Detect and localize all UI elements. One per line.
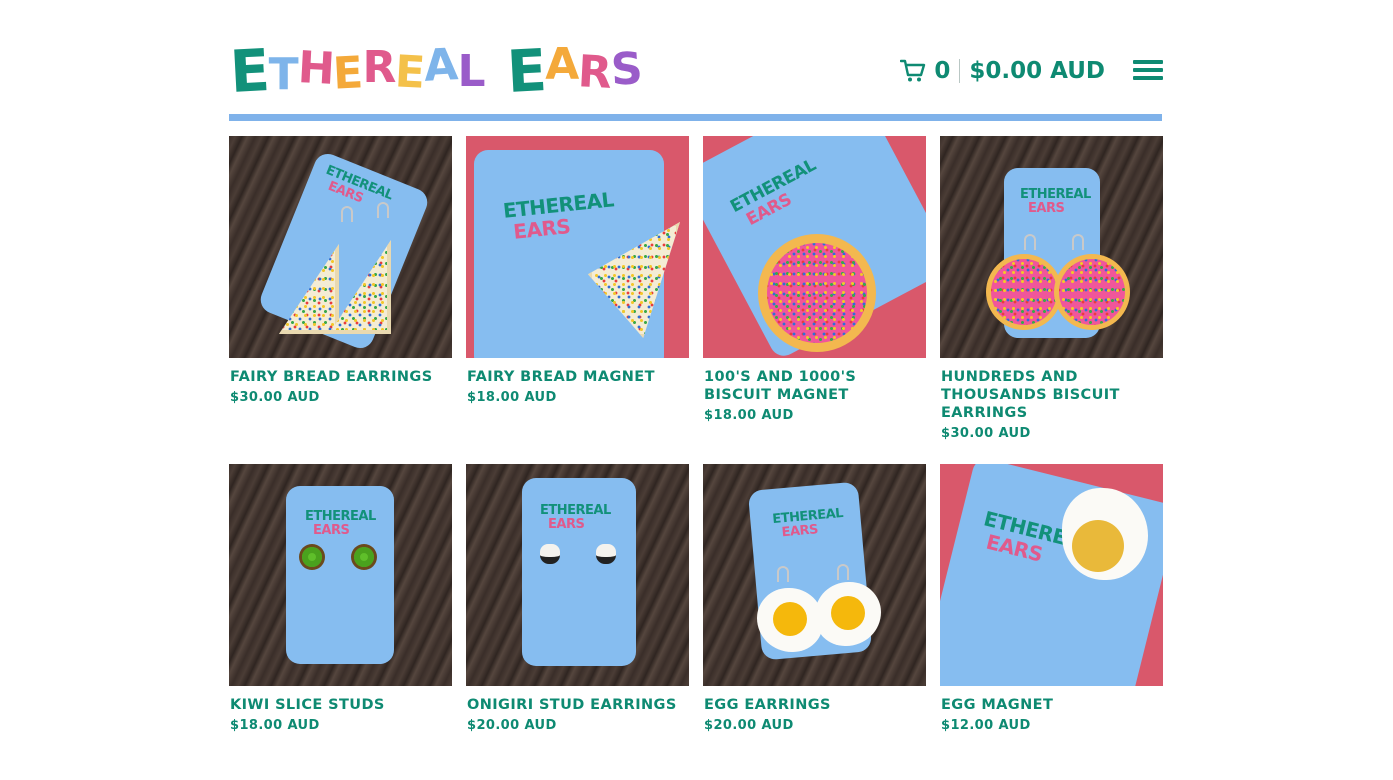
earring-hook	[1072, 234, 1084, 250]
product-card[interactable]: ETHEREAL EARS ONIGIRI STUD EARRINGS $20.…	[466, 464, 689, 733]
product-image[interactable]: ETHEREAL EARS	[940, 136, 1163, 358]
menu-bar	[1133, 76, 1163, 80]
product-price: $18.00 AUD	[467, 390, 557, 405]
egg-yolk	[1072, 520, 1124, 572]
logo-letter: A	[545, 39, 579, 90]
onigiri-stud	[596, 544, 616, 564]
hamburger-menu-icon[interactable]	[1133, 60, 1163, 82]
product-card[interactable]: ETHEREAL EARS 100'S AND 1000'S BISCUIT M…	[703, 136, 926, 423]
product-title[interactable]: FAIRY BREAD EARRINGS	[229, 368, 452, 386]
product-image[interactable]: ETHEREAL EARS	[229, 464, 452, 686]
product-card[interactable]: ETHEREAL EARS HUNDREDS AND THOUSANDS BIS…	[940, 136, 1163, 441]
logo-letter: L	[457, 46, 486, 97]
logo-letter: E	[332, 47, 364, 100]
logo-letter: E	[504, 36, 547, 106]
product-card[interactable]: ETHEREAL EARS FAIRY BREAD MAGNET $18.00 …	[466, 136, 689, 405]
earring-hook	[1024, 234, 1036, 250]
card-logo: ETHEREAL EARS	[1020, 187, 1091, 216]
biscuit-icing	[1059, 259, 1125, 325]
egg-yolk	[773, 602, 807, 636]
product-price: $30.00 AUD	[941, 426, 1031, 441]
product-title[interactable]: EGG EARRINGS	[703, 696, 926, 714]
cart-divider	[959, 59, 961, 83]
product-price: $18.00 AUD	[230, 718, 320, 733]
cart-summary[interactable]: 0 $0.00 AUD	[900, 56, 1105, 86]
menu-bar	[1133, 60, 1163, 64]
product-image[interactable]: ETHEREAL EARS	[703, 464, 926, 686]
kiwi-flesh	[354, 547, 374, 567]
biscuit-icing	[991, 259, 1057, 325]
card-logo: ETHEREAL EARS	[540, 503, 611, 532]
product-title[interactable]: KIWI SLICE STUDS	[229, 696, 452, 714]
logo-letter: H	[296, 42, 335, 95]
product-title[interactable]: FAIRY BREAD MAGNET	[466, 368, 689, 386]
cart-count: 0	[934, 58, 951, 84]
logo-letter: R	[576, 46, 613, 99]
product-card[interactable]: ETHEREAL EARS EGG EARRINGS $20.00 AUD	[703, 464, 926, 733]
product-title[interactable]: HUNDREDS AND THOUSANDS BISCUIT EARRINGS	[940, 368, 1163, 422]
site-header: ETHEREALEARS 0 $0.00 AUD	[228, 36, 1163, 108]
earring-hook	[777, 566, 789, 582]
brand-logo[interactable]: ETHEREALEARS	[228, 36, 644, 106]
header-divider	[229, 114, 1162, 121]
cart-icon	[900, 59, 926, 82]
product-price: $18.00 AUD	[704, 408, 794, 423]
logo-letter: S	[609, 43, 644, 96]
product-card[interactable]: ETHEREAL EARS FAIRY BREAD EARRINGS $30.0…	[229, 136, 452, 405]
product-price: $30.00 AUD	[230, 390, 320, 405]
product-card[interactable]: ETHEREAL EARS KIWI SLICE STUDS $18.00 AU…	[229, 464, 452, 733]
product-image[interactable]: ETHEREAL EARS	[940, 464, 1163, 686]
product-price: $12.00 AUD	[941, 718, 1031, 733]
earring-hook	[341, 206, 353, 222]
product-image[interactable]: ETHEREAL EARS	[466, 464, 689, 686]
logo-letter: R	[362, 42, 397, 93]
kiwi-flesh	[302, 547, 322, 567]
logo-letter: A	[423, 39, 459, 92]
product-price: $20.00 AUD	[467, 718, 557, 733]
product-title[interactable]: 100'S AND 1000'S BISCUIT MAGNET	[703, 368, 926, 404]
product-image[interactable]: ETHEREAL EARS	[229, 136, 452, 358]
product-title[interactable]: ONIGIRI STUD EARRINGS	[466, 696, 689, 714]
biscuit-icing	[767, 243, 867, 343]
earring-hook	[837, 564, 849, 580]
product-card[interactable]: ETHEREAL EARS EGG MAGNET $12.00 AUD	[940, 464, 1163, 733]
product-price: $20.00 AUD	[704, 718, 794, 733]
logo-letter: T	[268, 49, 299, 100]
logo-letter: E	[228, 36, 271, 106]
cart-total: $0.00 AUD	[969, 58, 1105, 84]
card-logo: ETHEREAL EARS	[305, 509, 376, 538]
product-image[interactable]: ETHEREAL EARS	[703, 136, 926, 358]
logo-letter: E	[394, 46, 426, 99]
earring-hook	[377, 202, 389, 218]
egg-yolk	[831, 596, 865, 630]
product-title[interactable]: EGG MAGNET	[940, 696, 1163, 714]
menu-bar	[1133, 68, 1163, 72]
product-image[interactable]: ETHEREAL EARS	[466, 136, 689, 358]
onigiri-stud	[540, 544, 560, 564]
